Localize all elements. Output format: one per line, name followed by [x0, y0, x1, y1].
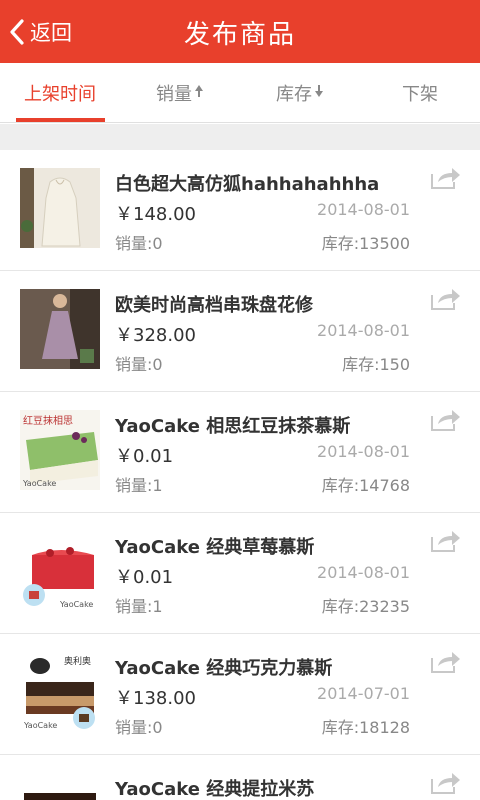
product-price: ￥0.01 — [115, 567, 174, 588]
product-name: YaoCake 经典巧克力慕斯 — [115, 658, 333, 679]
thumbnail-brand: YaoCake — [59, 600, 93, 609]
product-date: 2014-08-01 — [317, 442, 410, 461]
product-sales: 销量:0 — [115, 234, 163, 253]
tab-label: 销量 — [156, 84, 192, 105]
product-sales: 销量:0 — [115, 718, 163, 737]
product-row[interactable]: 欧美时尚高档串珠盘花修 ￥328.00 2014-08-01 销量:0 库存:1… — [0, 271, 480, 392]
product-name: 白色超大高仿狐hahhahahhha — [115, 174, 380, 195]
product-stock: 库存:13500 — [321, 234, 410, 253]
product-sales: 销量:1 — [115, 597, 163, 616]
product-name: YaoCake 相思红豆抹茶慕斯 — [115, 416, 351, 437]
product-price: ￥138.00 — [115, 688, 196, 709]
product-price: ￥328.00 — [115, 325, 196, 346]
thumbnail-caption: 奥利奥 — [64, 655, 91, 667]
product-thumbnail: 红豆抹相思 YaoCake — [20, 410, 100, 490]
product-row[interactable]: YaoCake YaoCake 经典草莓慕斯 ￥0.01 2014-08-01 … — [0, 513, 480, 634]
product-price: ￥0.01 — [115, 446, 174, 467]
tab-sales[interactable]: 销量 — [120, 63, 240, 123]
top-app-bar: 返回 发布商品 — [0, 0, 480, 63]
product-row[interactable]: 红豆抹相思 YaoCake YaoCake 相思红豆抹茶慕斯 ￥0.01 201… — [0, 392, 480, 513]
product-date: 2014-08-01 — [317, 563, 410, 582]
product-row[interactable]: YaoCake 经典提拉米苏 — [0, 755, 480, 800]
product-name: YaoCake 经典提拉米苏 — [115, 779, 315, 800]
share-icon[interactable] — [430, 771, 462, 795]
page-title: 发布商品 — [183, 20, 296, 50]
share-icon[interactable] — [430, 408, 462, 432]
product-sales: 销量:1 — [115, 476, 163, 495]
active-tab-indicator — [16, 118, 105, 122]
product-row[interactable]: 奥利奥 YaoCake YaoCake 经典巧克力慕斯 ￥138.00 2014… — [0, 634, 480, 755]
share-icon[interactable] — [430, 287, 462, 311]
share-icon[interactable] — [430, 529, 462, 553]
share-icon[interactable] — [430, 166, 462, 190]
product-thumbnail — [20, 773, 100, 800]
product-date: 2014-07-01 — [317, 684, 410, 703]
product-date: 2014-08-01 — [317, 200, 410, 219]
thumbnail-brand: YaoCake — [22, 479, 56, 488]
product-thumbnail — [20, 168, 100, 248]
product-date: 2014-08-01 — [317, 321, 410, 340]
product-name: YaoCake 经典草莓慕斯 — [115, 537, 315, 558]
tab-label: 上架时间 — [24, 84, 96, 105]
arrow-up-icon — [194, 84, 204, 102]
tab-stock[interactable]: 库存 — [240, 63, 360, 123]
thumbnail-caption: 红豆抹相思 — [23, 414, 73, 427]
arrow-down-icon — [314, 84, 324, 102]
product-name: 欧美时尚高档串珠盘花修 — [115, 295, 313, 316]
product-stock: 库存:150 — [342, 355, 410, 374]
sort-tabs: 上架时间 销量 库存 下架 — [0, 63, 480, 123]
product-sales: 销量:0 — [115, 355, 163, 374]
thumbnail-brand: YaoCake — [23, 721, 57, 730]
product-price: ￥148.00 — [115, 204, 196, 225]
tab-label: 下架 — [402, 84, 438, 105]
tab-label: 库存 — [276, 84, 312, 105]
product-thumbnail: 奥利奥 YaoCake — [20, 652, 100, 732]
share-icon[interactable] — [430, 650, 462, 674]
product-stock: 库存:14768 — [321, 476, 410, 495]
section-divider — [0, 124, 480, 150]
product-stock: 库存:18128 — [321, 718, 410, 737]
product-row[interactable]: 白色超大高仿狐hahhahahhha ￥148.00 2014-08-01 销量… — [0, 150, 480, 271]
product-stock: 库存:23235 — [321, 597, 410, 616]
tab-listing-time[interactable]: 上架时间 — [0, 63, 120, 123]
tab-delisted[interactable]: 下架 — [360, 63, 480, 123]
product-thumbnail — [20, 289, 100, 369]
product-thumbnail: YaoCake — [20, 531, 100, 611]
